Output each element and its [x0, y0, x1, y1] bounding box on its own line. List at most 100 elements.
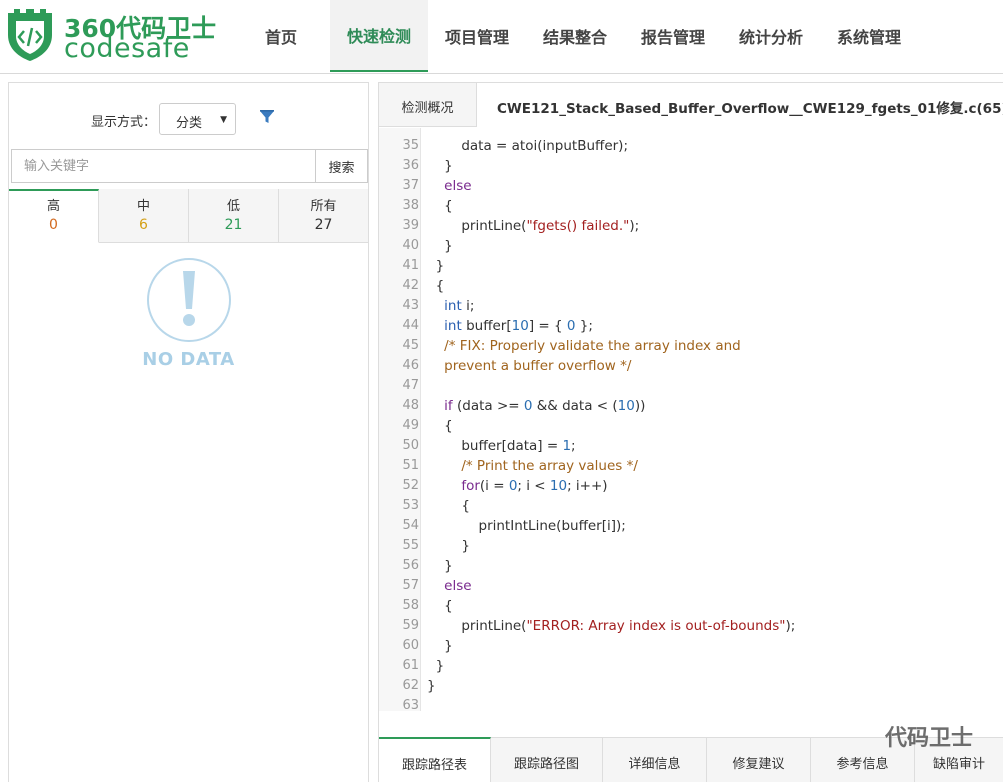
- code-line: 47: [379, 376, 1003, 396]
- line-number: 48: [402, 398, 419, 413]
- code-lines: 35 data = atoi(inputBuffer); 36 } 37 else 3…: [379, 136, 1003, 711]
- detail-tab[interactable]: 详细信息: [603, 738, 707, 782]
- code-line: 39 printLine("fgets() failed.");: [379, 216, 1003, 236]
- display-mode-row: 显示方式： 分类 ▼: [9, 103, 368, 135]
- code-line: 40 }: [379, 236, 1003, 256]
- line-number: 38: [402, 198, 419, 213]
- line-code: }: [427, 658, 445, 674]
- line-code: printLine("fgets() failed.");: [427, 218, 640, 234]
- tab-source-file[interactable]: CWE121_Stack_Based_Buffer_Overflow__CWE1…: [477, 83, 1003, 128]
- code-line: 45 /* FIX: Properly validate the array i…: [379, 336, 1003, 356]
- code-line: 63: [379, 696, 1003, 711]
- line-code: buffer[data] = 1;: [427, 438, 576, 454]
- severity-tab[interactable]: 中6: [99, 189, 189, 242]
- severity-tab-count: 0: [49, 217, 58, 233]
- detail-tab[interactable]: 跟踪路径图: [491, 738, 603, 782]
- line-number: 59: [402, 618, 419, 633]
- line-number: 56: [402, 558, 419, 573]
- code-line: 53 {: [379, 496, 1003, 516]
- main-nav: 首页 快速检测 项目管理 结果整合 报告管理 统计分析 系统管理: [232, 0, 918, 72]
- severity-tab-label: 高: [46, 199, 60, 214]
- line-code: {: [427, 598, 453, 614]
- tab-overview[interactable]: 检测概况: [379, 83, 477, 127]
- code-line: 35 data = atoi(inputBuffer);: [379, 136, 1003, 156]
- severity-tab-count: 21: [224, 217, 243, 233]
- code-line: 37 else: [379, 176, 1003, 196]
- search-button[interactable]: 搜索: [315, 149, 368, 183]
- line-code: {: [427, 418, 453, 434]
- line-number: 51: [402, 458, 419, 473]
- code-line: 59 printLine("ERROR: Array index is out-…: [379, 616, 1003, 636]
- line-number: 35: [402, 138, 419, 153]
- code-line: 62}: [379, 676, 1003, 696]
- line-number: 62: [402, 678, 419, 693]
- code-line: 55 }: [379, 536, 1003, 556]
- chevron-down-icon: ▼: [220, 115, 227, 125]
- line-number: 63: [402, 698, 419, 711]
- severity-tab[interactable]: 高0: [9, 189, 99, 243]
- code-line: 36 }: [379, 156, 1003, 176]
- code-line: 61 }: [379, 656, 1003, 676]
- line-code: {: [427, 498, 470, 514]
- severity-tab[interactable]: 所有 27: [279, 189, 368, 242]
- nav-item[interactable]: 系统管理: [820, 0, 918, 72]
- code-line: 49 {: [379, 416, 1003, 436]
- code-line: 54 printIntLine(buffer[i]);: [379, 516, 1003, 536]
- display-mode-select[interactable]: 分类 ▼: [159, 103, 236, 135]
- nav-item[interactable]: 项目管理: [428, 0, 526, 72]
- nav-item[interactable]: 统计分析: [722, 0, 820, 72]
- brand-name-en: codesafe: [64, 33, 190, 64]
- line-number: 42: [402, 278, 419, 293]
- severity-tab-label: 低: [226, 199, 240, 214]
- line-number: 60: [402, 638, 419, 653]
- code-line: 43 int i;: [379, 296, 1003, 316]
- line-number: 54: [402, 518, 419, 533]
- line-code: }: [427, 238, 453, 254]
- severity-tab-count: 27: [314, 217, 333, 233]
- top-header: 360代码卫士 codesafe 首页 快速检测 项目管理 结果整合 报告管理 统计分析系…: [0, 0, 1003, 74]
- code-line: 51 /* Print the array values */: [379, 456, 1003, 476]
- code-viewer-panel: 检测概况 CWE121_Stack_Based_Buffer_Overflow_…: [378, 82, 1003, 782]
- line-number: 45: [402, 338, 419, 353]
- line-number: 37: [402, 178, 419, 193]
- source-file-name: CWE121_Stack_Based_Buffer_Overflow__CWE1…: [497, 101, 1003, 117]
- code-line: 46 prevent a buffer overflow */: [379, 356, 1003, 376]
- no-data-message: NO DATA: [142, 349, 235, 370]
- code-line: 56 }: [379, 556, 1003, 576]
- code-line: 48 if (data >= 0 && data < (10)): [379, 396, 1003, 416]
- nav-item[interactable]: 报告管理: [624, 0, 722, 72]
- severity-tabs: 高 0 中 6 低 21 所有 27: [9, 189, 368, 243]
- code-line: 42 {: [379, 276, 1003, 296]
- line-code: {: [427, 198, 453, 214]
- severity-tab[interactable]: 低 21: [189, 189, 279, 242]
- display-mode-label: 显示方式：: [91, 115, 157, 130]
- brand-logo[interactable]: 360代码卫士 codesafe: [6, 9, 216, 64]
- line-number: 52: [402, 478, 419, 493]
- search-bar: 搜索: [11, 149, 368, 183]
- line-number: 39: [402, 218, 419, 233]
- line-code: data = atoi(inputBuffer);: [427, 138, 628, 154]
- line-code: int i;: [444, 298, 475, 314]
- line-number: 41: [402, 258, 419, 273]
- detail-tab[interactable]: 跟踪路径表: [379, 737, 491, 782]
- display-mode-value: 分类: [176, 116, 203, 131]
- detail-tab[interactable]: 修复建议: [707, 738, 811, 782]
- line-number: 43: [402, 298, 419, 313]
- line-code: printIntLine(buffer[i]);: [427, 518, 626, 534]
- nav-item[interactable]: 首页: [232, 0, 330, 72]
- nav-item[interactable]: 快速检测: [330, 0, 428, 72]
- nav-item[interactable]: 结果整合: [526, 0, 624, 72]
- line-number: 49: [402, 418, 419, 433]
- code-line: 52 for(i = 0; i < 10; i++): [379, 476, 1003, 496]
- line-code: else: [444, 578, 472, 594]
- line-code: int buffer[10] = { 0 };: [444, 318, 593, 334]
- code-editor[interactable]: 35 data = atoi(inputBuffer); 36 } 37 else 3…: [379, 128, 1003, 711]
- line-code: }: [427, 558, 453, 574]
- keyword-search-input[interactable]: [11, 149, 315, 183]
- watermark-text: 代码卫士: [884, 726, 973, 751]
- editor-tab-bar: 检测概况 CWE121_Stack_Based_Buffer_Overflow_…: [379, 83, 1003, 128]
- line-code: printLine("ERROR: Array index is out-of-…: [427, 618, 796, 634]
- line-number: 40: [402, 238, 419, 253]
- filter-funnel-icon[interactable]: [259, 109, 275, 125]
- line-code: /* Print the array values */: [427, 458, 638, 474]
